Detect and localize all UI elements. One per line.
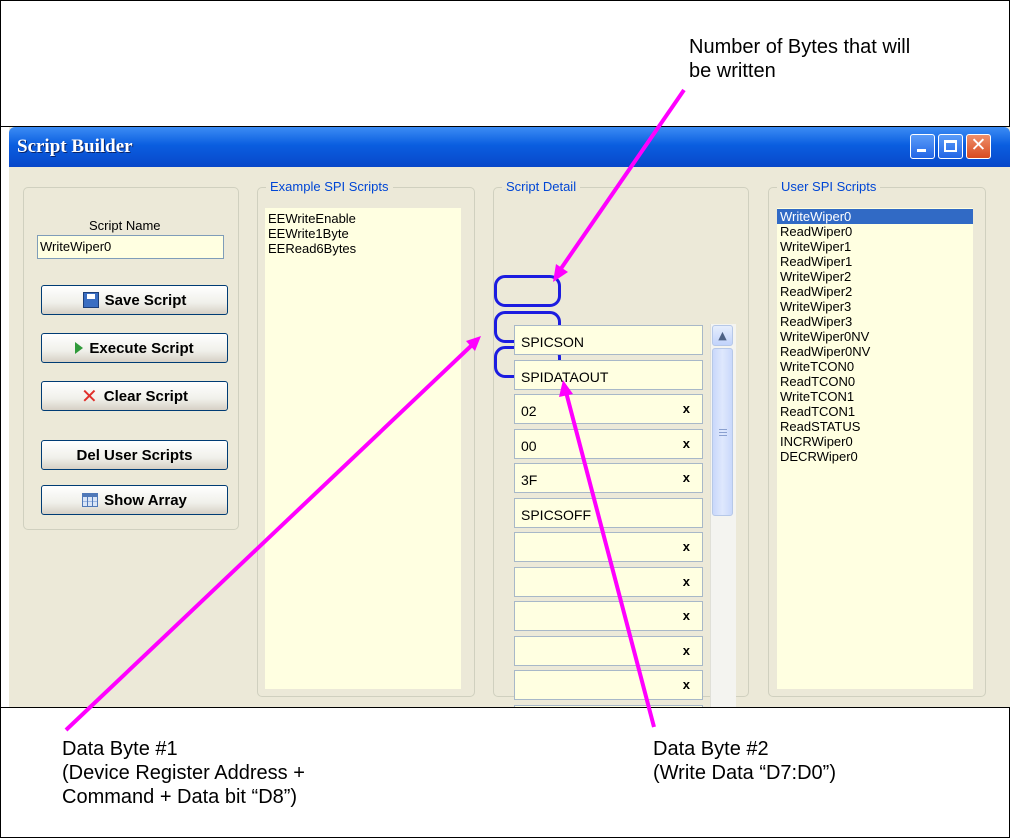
save-script-button[interactable]: Save Script xyxy=(41,285,228,315)
user-script-item[interactable]: WriteWiper1 xyxy=(777,239,973,254)
user-script-item[interactable]: DECRWiper0 xyxy=(777,449,973,464)
annotation-bytes-count: Number of Bytes that will be written xyxy=(689,35,910,83)
delete-row-button[interactable]: x xyxy=(683,436,690,451)
user-script-item[interactable]: WriteTCON1 xyxy=(777,389,973,404)
script-name-label: Script Name xyxy=(89,218,161,233)
del-user-scripts-label: Del User Scripts xyxy=(76,446,193,464)
close-icon: ✕ xyxy=(970,134,987,156)
script-name-input[interactable]: WriteWiper0 xyxy=(37,235,224,259)
delete-row-button[interactable]: x xyxy=(683,608,690,623)
execute-script-button[interactable]: Execute Script xyxy=(41,333,228,363)
scroll-up-button[interactable]: ▲ xyxy=(712,325,733,346)
user-script-item[interactable]: ReadWiper1 xyxy=(777,254,973,269)
example-script-item[interactable]: EEWrite1Byte xyxy=(265,226,461,241)
scroll-grip xyxy=(719,435,727,436)
script-detail-row[interactable]: x xyxy=(514,704,703,707)
annotation-line: Command + Data bit “D8”) xyxy=(62,786,298,808)
scroll-grip xyxy=(719,432,727,433)
user-script-item[interactable]: WriteWiper0NV xyxy=(777,329,973,344)
delete-row-button[interactable]: x xyxy=(683,677,690,692)
maximize-icon xyxy=(944,140,957,152)
example-scripts-list[interactable]: EEWriteEnable EEWrite1Byte EERead6Bytes xyxy=(265,208,461,689)
user-script-item[interactable]: ReadWiper0 xyxy=(777,224,973,239)
script-detail-row[interactable]: x xyxy=(514,670,703,700)
maximize-button[interactable] xyxy=(938,134,963,159)
script-detail-row[interactable]: 3F x xyxy=(514,463,703,493)
user-script-item[interactable]: WriteWiper0 xyxy=(777,209,973,224)
minimize-icon xyxy=(917,149,926,152)
bottom-divider xyxy=(0,707,1010,708)
script-detail-row[interactable]: SPICSOFF xyxy=(514,497,703,528)
del-user-scripts-button[interactable]: Del User Scripts xyxy=(41,440,228,470)
user-script-item[interactable]: ReadWiper2 xyxy=(777,284,973,299)
highlight-byte-count xyxy=(494,275,561,307)
script-detail-row[interactable]: x xyxy=(514,532,703,562)
example-scripts-label: Example SPI Scripts xyxy=(266,179,393,194)
script-detail-label: Script Detail xyxy=(502,179,581,194)
script-detail-command: 00 xyxy=(521,437,537,454)
delete-row-button[interactable]: x xyxy=(683,539,690,554)
title-bar[interactable]: Script Builder ✕ xyxy=(9,127,1010,167)
clear-script-label: Clear Script xyxy=(103,387,188,405)
table-grid-icon xyxy=(82,493,99,507)
script-detail-command: 02 xyxy=(521,403,537,419)
user-script-item[interactable]: WriteWiper2 xyxy=(777,269,973,284)
script-detail-command: SPICSON xyxy=(521,334,585,350)
show-array-button[interactable]: Show Array xyxy=(41,485,228,515)
user-script-item[interactable]: INCRWiper0 xyxy=(777,434,973,449)
user-script-item[interactable]: ReadWiper0NV xyxy=(777,344,973,359)
save-script-label: Save Script xyxy=(104,291,187,309)
window-title: Script Builder xyxy=(17,136,133,157)
user-scripts-label: User SPI Scripts xyxy=(777,179,881,194)
user-script-item[interactable]: ReadTCON1 xyxy=(777,404,973,419)
script-detail-scrollbar[interactable]: ▲ ▼ xyxy=(710,324,736,707)
minimize-button[interactable] xyxy=(910,134,935,159)
script-detail-row[interactable]: x xyxy=(514,566,703,597)
annotation-line: (Write Data “D7:D0”) xyxy=(653,762,836,784)
execute-script-label: Execute Script xyxy=(89,339,194,357)
user-script-item[interactable]: ReadWiper3 xyxy=(777,314,973,329)
script-detail-command: SPIDATAOUT xyxy=(521,368,609,385)
delete-row-button[interactable]: x xyxy=(683,574,690,589)
annotation-data-byte-2: Data Byte #2 (Write Data “D7:D0”) xyxy=(653,737,836,785)
example-script-item[interactable]: EEWriteEnable xyxy=(265,211,461,226)
script-detail-row[interactable]: x xyxy=(514,601,703,631)
script-detail-row[interactable]: x xyxy=(514,635,703,666)
delete-row-button[interactable]: x xyxy=(683,470,690,485)
annotation-line: (Device Register Address + xyxy=(62,762,305,784)
delete-row-button[interactable]: x xyxy=(683,643,690,658)
example-script-item[interactable]: EERead6Bytes xyxy=(265,241,461,256)
annotation-line: Data Byte #1 xyxy=(62,738,178,760)
play-icon xyxy=(75,342,84,354)
user-script-item[interactable]: WriteWiper3 xyxy=(777,299,973,314)
annotation-data-byte-1: Data Byte #1 (Device Register Address + … xyxy=(62,737,305,809)
script-detail-command: SPICSOFF xyxy=(521,506,592,523)
clear-script-button[interactable]: ✕ Clear Script xyxy=(41,381,228,411)
script-detail-row[interactable]: SPIDATAOUT xyxy=(514,359,703,390)
user-script-item[interactable]: WriteTCON0 xyxy=(777,359,973,374)
user-scripts-list[interactable]: WriteWiper0 ReadWiper0 WriteWiper1 ReadWipe… xyxy=(777,208,973,689)
user-script-item[interactable]: ReadTCON0 xyxy=(777,374,973,389)
red-x-icon: ✕ xyxy=(81,384,98,408)
script-detail-row[interactable]: SPICSON xyxy=(514,325,703,355)
annotation-line: Number of Bytes that will xyxy=(689,36,911,58)
user-script-item[interactable]: ReadSTATUS xyxy=(777,419,973,434)
script-detail-row[interactable]: 02 x xyxy=(514,394,703,424)
script-detail-command: 3F xyxy=(521,472,538,488)
annotation-line: Data Byte #2 xyxy=(653,738,769,760)
annotation-line: be written xyxy=(689,60,776,82)
show-array-label: Show Array xyxy=(104,491,187,509)
close-button[interactable]: ✕ xyxy=(966,134,991,159)
floppy-disk-icon xyxy=(82,292,99,308)
scroll-grip xyxy=(719,429,727,430)
delete-row-button[interactable]: x xyxy=(683,401,690,416)
script-builder-window: Script Builder ✕ Script Name WriteWiper0… xyxy=(9,127,1010,707)
script-detail-row[interactable]: 00 x xyxy=(514,428,703,459)
scroll-thumb[interactable] xyxy=(712,348,733,516)
